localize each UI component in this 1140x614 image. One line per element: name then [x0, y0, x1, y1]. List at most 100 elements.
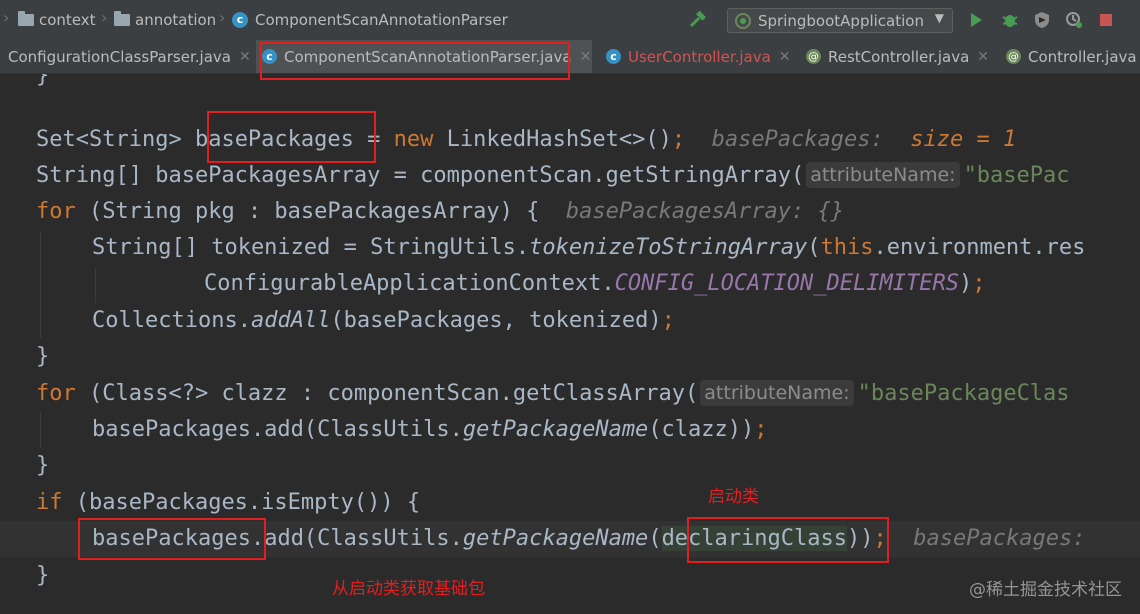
watermark: @稀土掘金技术社区	[969, 580, 1122, 600]
tab-controller[interactable]: Controller.java	[998, 40, 1140, 73]
debug-icon[interactable]	[998, 8, 1022, 32]
code-token: String[] basePackagesArray = componentSc…	[36, 163, 805, 188]
code-keyword: for	[36, 381, 76, 406]
code-constant: CONFIG_LOCATION_DELIMITERS	[614, 271, 959, 296]
breadcrumb-label: ComponentScanAnnotationParser	[255, 11, 508, 29]
code-line: for (Class<?> clazz : componentScan.getC…	[36, 376, 1070, 412]
code-line: if (basePackages.isEmpty()) {	[36, 485, 420, 521]
chevron-down-icon: ▼	[934, 11, 944, 25]
code-token: Set<String>	[36, 127, 195, 152]
annotation-icon	[1006, 49, 1021, 64]
close-icon[interactable]: ✕	[779, 49, 791, 65]
code-token: (	[648, 526, 662, 551]
code-token: Collections.	[92, 308, 251, 333]
code-string: "basePac	[963, 163, 1070, 188]
coverage-icon[interactable]	[1030, 8, 1054, 32]
highlight-box-declaring-class	[687, 517, 889, 563]
code-token: .add(ClassUtils.	[250, 526, 463, 551]
code-line: String[] basePackagesArray = componentSc…	[36, 158, 1070, 194]
close-icon[interactable]: ✕	[580, 49, 592, 65]
code-token: (basePackages, tokenized)	[330, 308, 662, 333]
code-token: (clazz))	[648, 417, 755, 442]
parameter-hint: attributeName:	[700, 380, 854, 406]
tab-label: RestController.java	[828, 47, 970, 66]
tab-label: Controller.java	[1028, 47, 1137, 66]
tab-configuration-class-parser[interactable]: ConfigurationClassParser.java ✕	[0, 40, 256, 73]
breadcrumb-item-class[interactable]: c ComponentScanAnnotationParser	[232, 9, 508, 31]
debug-inline-value: basePackages:	[913, 526, 1086, 551]
code-token: }	[36, 563, 50, 588]
run-configuration-select[interactable]: SpringbootApplication ▼	[727, 8, 953, 33]
code-token: ;	[972, 271, 986, 296]
code-keyword: this	[820, 235, 874, 260]
highlight-box-base-packages-add	[78, 518, 266, 560]
code-line: String[] tokenized = StringUtils.tokeniz…	[92, 230, 1085, 266]
code-token: (Class<?> clazz : componentScan.getClass…	[75, 381, 699, 406]
code-token: ConfigurableApplicationContext.	[204, 271, 615, 296]
annotation-icon	[806, 49, 821, 64]
highlight-box-base-packages	[207, 111, 376, 163]
annotation-get-base-package: 从启动类获取基础包	[332, 579, 485, 599]
code-token: (String pkg : basePackagesArray) {	[75, 199, 540, 224]
code-keyword: if	[36, 490, 63, 515]
code-method: getPackageName	[462, 526, 649, 551]
highlight-box-active-tab	[260, 42, 570, 80]
close-icon[interactable]: ✕	[239, 49, 251, 65]
code-token: }	[36, 453, 50, 478]
breadcrumb-item-annotation[interactable]: annotation	[114, 9, 216, 31]
spring-boot-icon	[735, 12, 751, 29]
breadcrumb-separator: ›	[219, 8, 226, 27]
code-line: Collections.addAll(basePackages, tokeniz…	[92, 303, 675, 339]
editor-tab-bar: ConfigurationClassParser.java ✕ Componen…	[0, 40, 1140, 74]
breadcrumb-item-context[interactable]: context	[18, 9, 96, 31]
code-token: .environment.res	[873, 235, 1086, 260]
indent-guide	[40, 412, 41, 448]
breadcrumb-separator: ›	[101, 8, 108, 27]
tab-user-controller[interactable]: UserController.java ✕	[598, 40, 796, 73]
code-line: for (String pkg : basePackagesArray) { b…	[36, 194, 844, 230]
class-icon	[606, 49, 621, 64]
code-token: }	[36, 344, 50, 369]
folder-icon	[18, 11, 34, 26]
hammer-icon[interactable]	[686, 8, 710, 32]
debug-inline-value: size = 1	[910, 127, 1017, 152]
code-method: getPackageName	[462, 417, 649, 442]
folder-icon	[114, 11, 130, 26]
tab-label: ConfigurationClassParser.java	[8, 47, 231, 66]
indent-guide	[40, 232, 41, 338]
code-keyword: for	[36, 199, 76, 224]
code-line: }	[36, 448, 49, 484]
profile-icon[interactable]	[1062, 8, 1086, 32]
code-line: Set<String> basePackages = new LinkedHas…	[36, 122, 1016, 158]
code-line: }	[36, 339, 49, 375]
code-token: String[] tokenized = StringUtils.	[92, 235, 530, 260]
code-token: ;	[754, 417, 768, 442]
close-icon[interactable]: ✕	[977, 49, 989, 65]
breadcrumb-label: annotation	[135, 11, 217, 29]
debug-inline-value: basePackagesArray: {}	[565, 199, 844, 224]
code-string: "basePackageClas	[857, 381, 1070, 406]
breadcrumb-label: context	[39, 11, 96, 29]
code-keyword: new	[393, 127, 434, 152]
code-method: tokenizeToStringArray	[529, 235, 808, 260]
code-line: }	[36, 74, 49, 94]
code-line: basePackages.add(ClassUtils.getPackageNa…	[92, 412, 768, 448]
code-token: basePackages.add(ClassUtils.	[92, 417, 463, 442]
code-token: }	[36, 74, 50, 88]
stop-icon[interactable]	[1094, 8, 1118, 32]
code-token: (basePackages.isEmpty()) {	[62, 490, 421, 515]
tab-label: UserController.java	[628, 47, 771, 66]
code-token: (	[807, 235, 821, 260]
code-line: ConfigurableApplicationContext.CONFIG_LO…	[204, 266, 985, 302]
code-token: ;	[661, 308, 675, 333]
run-icon[interactable]	[964, 8, 988, 32]
breadcrumb-separator: ›	[3, 8, 10, 27]
run-configuration-label: SpringbootApplication	[758, 11, 924, 30]
tab-rest-controller[interactable]: RestController.java ✕	[798, 40, 998, 73]
code-line: }	[36, 558, 49, 594]
code-token: LinkedHashSet<>()	[433, 127, 672, 152]
code-method: addAll	[250, 308, 331, 333]
class-icon: c	[232, 12, 248, 28]
indent-guide	[95, 268, 96, 303]
debug-inline-value: basePackages:	[711, 127, 884, 152]
